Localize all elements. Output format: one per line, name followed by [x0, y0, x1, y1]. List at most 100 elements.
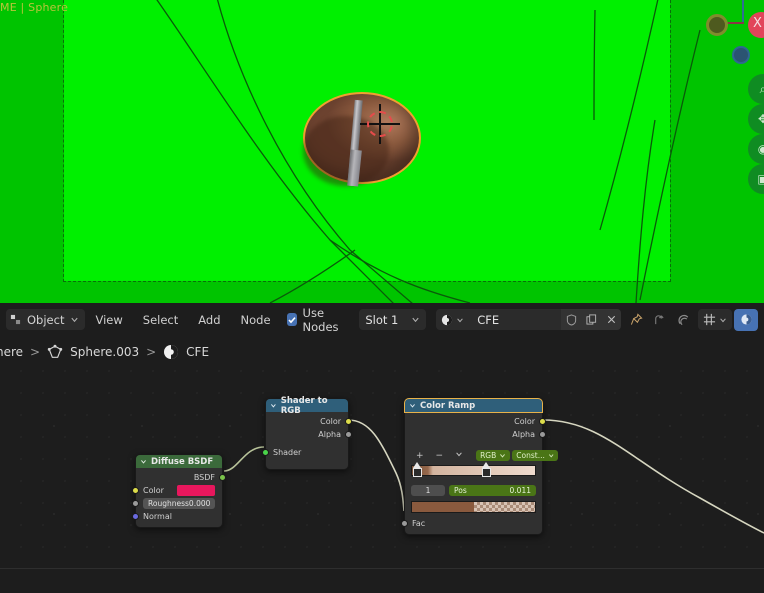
socket-normal-in[interactable] [132, 513, 139, 520]
ramp-pos-field[interactable]: Pos 0.011 [449, 485, 536, 496]
color-swatch-diffuse[interactable] [177, 485, 215, 496]
overlays-toggle-button[interactable] [734, 308, 759, 331]
swatch-alpha [473, 502, 535, 512]
chevron-down-icon[interactable] [140, 458, 147, 465]
color-mode-dropdown[interactable]: RGB [476, 450, 511, 461]
fake-user-button[interactable] [561, 309, 582, 330]
ramp-gradient-fill [412, 466, 535, 475]
pin-button[interactable] [627, 309, 646, 330]
viewport-overlay-text: ME | Sphere [0, 1, 69, 14]
use-nodes-checkbox[interactable]: Use Nodes [286, 305, 350, 334]
remove-stop-button[interactable]: − [431, 451, 449, 461]
ramp-stop-1[interactable] [482, 462, 491, 478]
unlink-material-button[interactable] [601, 309, 622, 330]
output-color-label: Color [320, 417, 341, 426]
menu-node[interactable]: Node [231, 313, 281, 327]
material-browse-icon [442, 314, 453, 325]
breadcrumb-item-0[interactable]: here [0, 345, 23, 359]
add-stop-button[interactable]: + [411, 451, 429, 461]
header-right-tools [646, 308, 759, 331]
ramp-stop-0[interactable] [413, 462, 422, 478]
overlays-icon [740, 314, 752, 325]
gizmo-x-arm [726, 22, 744, 24]
socket-shader-in[interactable] [262, 449, 269, 456]
new-material-button[interactable] [581, 309, 602, 330]
chevron-down-icon [71, 317, 79, 323]
go-to-parent-button[interactable] [646, 309, 670, 330]
ramp-pos-label: Pos [454, 486, 467, 495]
socket-ramp-color-out[interactable] [539, 418, 546, 425]
node-title-color-ramp: Color Ramp [420, 400, 476, 411]
new-material-icon [586, 314, 596, 325]
close-icon [607, 315, 615, 324]
ramp-pos-row: 1 Pos 0.011 [405, 484, 542, 497]
ramp-index-field[interactable]: 1 [411, 485, 445, 496]
node-color-ramp[interactable]: Color Ramp Color Alpha + − RGB Const... … [401, 398, 559, 535]
breadcrumb-item-2[interactable]: CFE [186, 345, 209, 359]
snap-target-dropdown[interactable] [698, 309, 733, 330]
node-editor-canvas[interactable]: Diffuse BSDF BSDF Color Roughness 0.000 [0, 368, 764, 568]
3d-viewport[interactable]: X ⌕ ✥ ◉ ▣ ME | Sphere [0, 0, 764, 303]
use-nodes-label: Use Nodes [302, 305, 339, 334]
material-name-field[interactable]: CFE [469, 309, 562, 330]
gizmo-z-axis-icon[interactable] [732, 46, 750, 64]
color-ramp-gradient[interactable] [411, 462, 536, 478]
socket-color-in[interactable] [132, 487, 139, 494]
material-browse-button[interactable] [436, 309, 470, 330]
material-slot-dropdown[interactable]: Slot 1 [359, 309, 427, 330]
chevron-down-icon[interactable] [270, 402, 277, 409]
editor-mode-dropdown[interactable]: Object [6, 309, 86, 330]
breadcrumb-item-1[interactable]: Sphere.003 [70, 345, 139, 359]
gizmo-z-arm [742, 0, 744, 22]
ramp-stop-color-swatch[interactable] [411, 501, 536, 513]
color-mode-label: RGB [480, 451, 497, 460]
chevron-down-icon[interactable] [409, 402, 416, 409]
menu-select[interactable]: Select [133, 313, 188, 327]
socket-bsdf-out[interactable] [219, 474, 226, 481]
socket-alpha-out[interactable] [345, 431, 352, 438]
ramp-output-alpha[interactable]: Alpha [405, 428, 546, 441]
socket-color-out[interactable] [345, 418, 352, 425]
output-alpha[interactable]: Alpha [266, 428, 352, 441]
ramp-output-alpha-label: Alpha [512, 430, 535, 439]
socket-ramp-alpha-out[interactable] [539, 431, 546, 438]
status-bar [0, 568, 764, 593]
input-normal[interactable]: Normal [132, 510, 222, 523]
socket-roughness-in[interactable] [132, 500, 139, 507]
input-roughness[interactable]: Roughness 0.000 [132, 497, 222, 510]
chevron-down-icon [412, 317, 419, 323]
breadcrumb-separator-2: > [146, 345, 157, 359]
ramp-output-color[interactable]: Color [405, 415, 546, 428]
menu-add[interactable]: Add [188, 313, 230, 327]
breadcrumb: here > Sphere.003 > CFE [0, 336, 764, 368]
gizmo-y-axis-icon[interactable] [706, 14, 728, 36]
chevron-down-icon [548, 454, 554, 458]
output-bsdf[interactable]: BSDF [136, 471, 226, 484]
input-color-label: Color [143, 486, 164, 495]
chevron-down-icon [720, 317, 726, 322]
node-diffuse-bsdf[interactable]: Diffuse BSDF BSDF Color Roughness 0.000 [132, 454, 226, 528]
output-color[interactable]: Color [266, 415, 352, 428]
ramp-input-fac[interactable]: Fac [401, 517, 542, 530]
fake-user-icon [566, 313, 576, 326]
socket-fac-in[interactable] [401, 520, 408, 527]
ramp-pos-value: 0.011 [509, 486, 531, 495]
node-header-diffuse[interactable]: Diffuse BSDF [136, 455, 222, 468]
menu-view[interactable]: View [85, 313, 132, 327]
node-header-color-ramp[interactable]: Color Ramp [405, 399, 542, 412]
material-datablock-group: CFE [436, 309, 622, 330]
roughness-label: Roughness [148, 499, 189, 508]
ramp-controls-row: + − RGB Const... [405, 449, 559, 462]
ramp-menu-button[interactable] [450, 450, 468, 461]
snap-magnet-button[interactable] [672, 309, 696, 330]
input-shader[interactable]: Shader [262, 446, 348, 459]
chevron-down-icon [456, 452, 462, 457]
node-header-shader-to-rgb[interactable]: Shader to RGB [266, 396, 348, 416]
roughness-field[interactable]: Roughness 0.000 [143, 498, 216, 509]
editor-type-icon [10, 314, 21, 325]
input-color[interactable]: Color [132, 484, 222, 497]
breadcrumb-separator: > [30, 345, 41, 359]
interpolation-dropdown[interactable]: Const... [512, 450, 559, 461]
material-icon [164, 345, 179, 359]
node-shader-to-rgb[interactable]: Shader to RGB Color Alpha Shader [262, 396, 352, 470]
